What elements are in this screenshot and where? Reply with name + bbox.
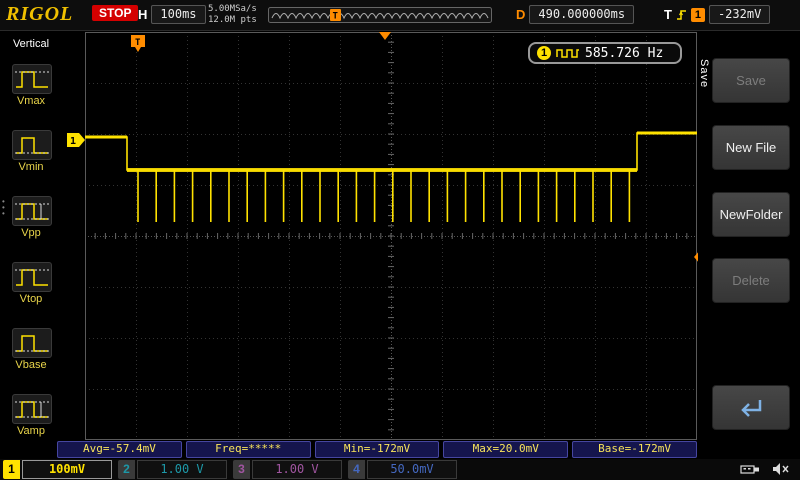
return-arrow-icon bbox=[741, 399, 762, 417]
channel1-position-marker[interactable]: 1 bbox=[67, 133, 86, 148]
svg-text:T: T bbox=[333, 12, 339, 22]
speaker-muted-icon[interactable] bbox=[772, 462, 791, 476]
graticule-grid bbox=[85, 32, 697, 440]
measure-menu-title: Vertical bbox=[12, 38, 50, 50]
frequency-counter: 1 585.726 Hz bbox=[528, 42, 682, 64]
save-button[interactable]: Save bbox=[712, 58, 790, 103]
return-button[interactable] bbox=[712, 385, 790, 430]
svg-text:1: 1 bbox=[70, 136, 76, 147]
channel-status-bar: 1 100mV 2 1.00 V 3 1.00 V 4 50.0mV bbox=[0, 459, 800, 480]
channel-4-badge: 4 bbox=[348, 460, 365, 479]
delete-button-label: Delete bbox=[732, 273, 770, 288]
freq-counter-value: 585.726 Hz bbox=[585, 45, 664, 61]
measurement-base: Base=-172mV bbox=[572, 441, 697, 458]
measurement-readout-bar: Avg=-57.4mV Freq=***** Min=-172mV Max=20… bbox=[57, 441, 697, 458]
measurement-freq: Freq=***** bbox=[185, 441, 311, 458]
trigger-position-flag[interactable]: T bbox=[131, 35, 146, 53]
horizontal-center-marker[interactable] bbox=[379, 32, 391, 40]
vamp-icon bbox=[12, 394, 52, 424]
acquisition-info: 5.00MSa/s 12.0M pts bbox=[208, 4, 257, 26]
menu-item-vamp[interactable]: Vamp bbox=[0, 394, 62, 454]
trigger-level-value[interactable]: -232mV bbox=[708, 5, 771, 24]
top-status-bar: RIGOL STOP H 100ms 5.00MSa/s 12.0M pts T… bbox=[0, 0, 800, 31]
run-stop-state[interactable]: STOP bbox=[92, 5, 139, 21]
delay-value[interactable]: 490.000000ms bbox=[529, 5, 635, 24]
menu-item-label: Vpp bbox=[21, 227, 41, 239]
menu-item-label: Vmin bbox=[18, 161, 44, 173]
channel-3-scale: 1.00 V bbox=[252, 460, 342, 479]
channel-4-scale: 50.0mV bbox=[367, 460, 457, 479]
menu-item-label: Vamp bbox=[17, 425, 45, 437]
vbase-icon bbox=[12, 328, 52, 358]
new-file-button[interactable]: New File bbox=[712, 125, 790, 170]
new-file-button-label: New File bbox=[725, 140, 777, 155]
menu-scroll-indicator[interactable]: • • • bbox=[2, 198, 5, 218]
memory-depth: 12.0M pts bbox=[208, 15, 257, 25]
save-menu: Save Save New File NewFolder Delete bbox=[698, 31, 800, 459]
waveform-display bbox=[85, 32, 697, 440]
menu-item-vpp[interactable]: Vpp bbox=[0, 196, 62, 256]
measurement-min: Min=-172mV bbox=[314, 441, 440, 458]
menu-item-label: Vmax bbox=[16, 95, 46, 107]
delete-button[interactable]: Delete bbox=[712, 258, 790, 303]
measure-menu: Vertical Vmax Vmin Vpp Vtop Vbase Vamp •… bbox=[0, 31, 62, 459]
menu-item-vmax[interactable]: Vmax bbox=[0, 64, 62, 124]
menu-item-vbase[interactable]: Vbase bbox=[0, 328, 62, 388]
square-wave-icon bbox=[556, 49, 579, 58]
trigger-label: T bbox=[664, 7, 672, 22]
vmin-icon bbox=[12, 130, 52, 160]
trigger-status-group: T 1 -232mV bbox=[664, 5, 771, 24]
vpp-icon bbox=[12, 196, 52, 226]
vmax-icon bbox=[12, 64, 52, 94]
new-folder-button-label: NewFolder bbox=[719, 207, 783, 222]
channel-2-status[interactable]: 2 1.00 V bbox=[118, 460, 227, 479]
channel-2-scale: 1.00 V bbox=[137, 460, 227, 479]
channel-3-status[interactable]: 3 1.00 V bbox=[233, 460, 342, 479]
channel-1-status[interactable]: 1 100mV bbox=[3, 460, 112, 479]
channel-2-badge: 2 bbox=[118, 460, 135, 479]
measurement-avg: Avg=-57.4mV bbox=[57, 441, 182, 458]
sample-rate: 5.00MSa/s bbox=[208, 4, 257, 14]
menu-item-vtop[interactable]: Vtop bbox=[0, 262, 62, 322]
usb-icon bbox=[740, 464, 759, 474]
svg-text:T: T bbox=[135, 38, 141, 48]
timebase-value[interactable]: 100ms bbox=[151, 5, 206, 24]
rigol-logo: RIGOL bbox=[6, 3, 74, 25]
menu-item-label: Vtop bbox=[19, 293, 43, 305]
save-menu-title: Save bbox=[698, 59, 710, 89]
oscilloscope-screen: RIGOL STOP H 100ms 5.00MSa/s 12.0M pts T… bbox=[0, 0, 800, 480]
channel-3-badge: 3 bbox=[233, 460, 250, 479]
menu-item-label: Vbase bbox=[15, 359, 47, 371]
channel-1-scale: 100mV bbox=[22, 460, 112, 479]
channel-1-badge: 1 bbox=[3, 460, 20, 479]
memory-position-bar[interactable]: T bbox=[268, 7, 492, 23]
horizontal-label: H bbox=[138, 7, 148, 22]
rising-edge-icon bbox=[676, 9, 686, 20]
vtop-icon bbox=[12, 262, 52, 292]
system-icons bbox=[740, 462, 791, 476]
channel-4-status[interactable]: 4 50.0mV bbox=[348, 460, 457, 479]
menu-item-vmin[interactable]: Vmin bbox=[0, 130, 62, 190]
measurement-max: Max=20.0mV bbox=[443, 441, 569, 458]
trigger-source-badge: 1 bbox=[690, 7, 705, 22]
new-folder-button[interactable]: NewFolder bbox=[712, 192, 790, 237]
delay-label: D bbox=[516, 7, 526, 22]
horizontal-timebase-group: H 100ms bbox=[138, 5, 206, 24]
freq-counter-source-badge: 1 bbox=[537, 46, 551, 60]
delay-group: D 490.000000ms bbox=[516, 5, 635, 24]
save-button-label: Save bbox=[736, 73, 766, 88]
